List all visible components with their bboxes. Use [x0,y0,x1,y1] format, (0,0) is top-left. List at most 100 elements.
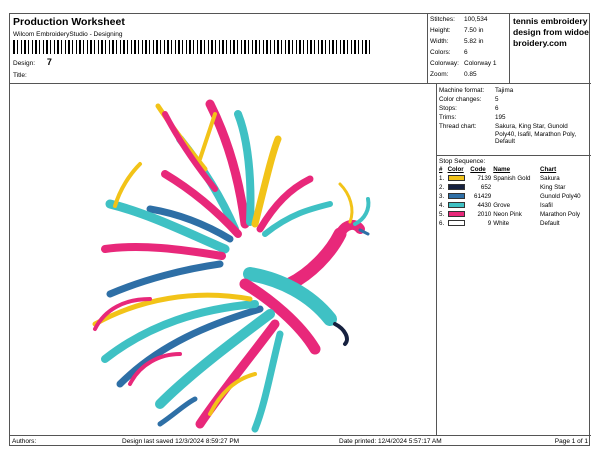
barcode-bar [105,40,106,54]
barcode-bar [204,40,205,54]
design-field: Design: 7 [13,57,52,67]
cell-chart: Isafil [540,202,553,209]
col-color: Color [447,166,464,173]
col-name: Name [493,166,511,173]
barcode-bar [193,40,194,54]
barcode-bar [167,40,169,54]
table-row: 2. 652 King Star [438,183,590,192]
cell-name: Spanish Gold [493,175,531,182]
design-value: 7 [46,57,52,67]
barcode-bar [292,40,293,54]
barcode-bar [21,40,22,54]
barcode-bar [277,40,279,54]
promo-box: tennis embroidery design from widoebroid… [510,14,591,84]
barcode-bar [175,40,176,54]
barcode-bar [252,40,253,54]
barcode-bar [160,40,161,54]
table-row: 3. 61429 Gunold Poly40 [438,192,590,201]
barcode-bar [54,40,55,54]
cell-num: 6. [439,220,445,227]
info-panel: Machine format: Tajima Color changes: 5 St… [437,84,591,435]
barcode-bar [109,40,110,54]
barcode-bar [343,40,345,54]
barcode-bar [340,40,341,54]
cell-color [447,219,470,228]
cell-code: 9 [487,220,492,227]
barcode-bar [61,40,62,54]
barcode-bar [329,40,330,54]
barcode-bar [358,40,359,54]
cell-code: 61429 [474,193,492,200]
barcode-bar [248,40,249,54]
barcode-bar [43,40,44,54]
barcode-bar [149,40,150,54]
barcode-bar [186,40,187,54]
header-left: Production Worksheet Wilcom EmbroiderySt… [10,14,428,84]
cell-chart: Sakura [540,175,560,182]
color-swatch [447,220,465,227]
barcode-bar [230,40,231,54]
barcode-bar [112,40,114,54]
barcode-bar [336,40,337,54]
barcode-bar [241,40,242,54]
cell-num: 3. [439,193,445,200]
color-swatch [447,184,465,191]
color-swatch [447,193,465,200]
barcode-bar [145,40,147,54]
barcode-bar [182,40,183,54]
barcode-bar [153,40,154,54]
design-saved: Design last saved 12/3/2024 8:59:27 PM [122,438,240,445]
worksheet: Production Worksheet Wilcom EmbroiderySt… [9,13,591,446]
phoenix-embroidery-icon [92,99,371,433]
barcode-bar [28,40,29,54]
cell-code: 4430 [477,202,492,209]
barcode-bar [299,40,301,54]
cell-color [447,192,470,201]
cell-code: 2010 [477,211,492,218]
barcode-bar [131,40,132,54]
barcode-bar [200,40,202,54]
design-label: Design: [13,60,36,67]
barcode-bar [50,40,51,54]
barcode-bar [354,40,356,54]
barcode-bar [142,40,143,54]
barcode-bar [365,40,367,54]
barcode-bar [98,40,99,54]
barcode-bar [288,40,290,54]
barcode-bar [215,40,216,54]
barcode-bar [134,40,136,54]
cell-color [447,174,470,183]
barcode-bar [332,40,334,54]
barcode-bar [222,40,224,54]
barcode-bar [314,40,315,54]
col-num: # [439,166,443,173]
cell-name [492,192,539,201]
barcode-bar [57,40,59,54]
cell-color [447,183,470,192]
barcode-bar [79,40,81,54]
barcode-bar [369,40,370,54]
cell-code: 7139 [477,175,492,182]
barcode-bar [189,40,191,54]
barcode-bar [274,40,275,54]
cell-color [447,210,470,219]
col-code: Code [470,166,486,173]
barcode-bar [90,40,92,54]
barcode-bar [127,40,128,54]
barcode-bar [303,40,304,54]
cell-num: 2. [439,184,445,191]
barcode-bar [211,40,213,54]
cell-chart: Default [540,220,560,227]
date-printed: Date printed: 12/4/2024 5:57:17 AM [339,438,442,445]
barcode-bar [244,40,246,54]
barcode-bar [87,40,88,54]
cell-color [447,201,470,210]
barcode-bar [263,40,264,54]
barcode-bar [219,40,220,54]
cell-num: 5. [439,211,445,218]
barcode-bar [285,40,286,54]
barcode-bar [259,40,260,54]
barcode-bar [123,40,125,54]
cell-name: Grove [493,202,511,209]
barcode [13,40,370,54]
